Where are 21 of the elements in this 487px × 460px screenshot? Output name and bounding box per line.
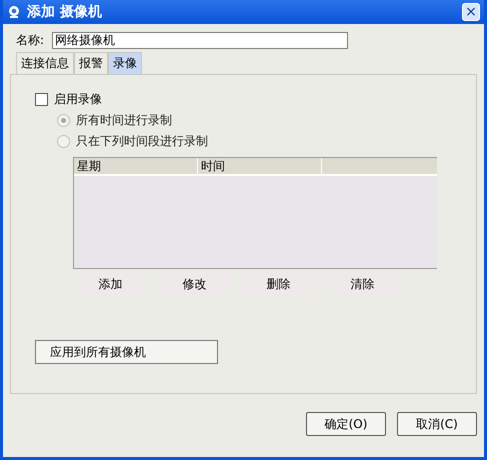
table-button[interactable]: 修改: [157, 273, 232, 296]
table-button[interactable]: 清除: [325, 273, 400, 296]
checkbox[interactable]: [35, 93, 48, 106]
dialog-button[interactable]: 取消(C): [397, 412, 477, 436]
close-button[interactable]: ×: [462, 3, 480, 21]
window-title: 添加 摄像机: [27, 3, 103, 21]
tab[interactable]: 连接信息: [16, 52, 74, 74]
radio-label: 只在下列时间段进行录制: [76, 133, 208, 150]
tab[interactable]: 报警: [74, 52, 108, 74]
table-button[interactable]: 删除: [241, 273, 316, 296]
name-label: 名称:: [16, 32, 44, 49]
column-header[interactable]: 时间: [198, 158, 322, 174]
table-button[interactable]: 添加: [73, 273, 148, 296]
column-header[interactable]: 星期: [74, 158, 198, 174]
checkbox-label: 启用录像: [54, 91, 102, 108]
apply-all-button[interactable]: 应用到所有摄像机: [35, 340, 218, 364]
dialog-button[interactable]: 确定(O): [306, 412, 386, 436]
radio-label: 所有时间进行录制: [76, 112, 172, 129]
name-field[interactable]: 网络摄像机: [52, 32, 348, 49]
camera-icon: [7, 5, 21, 19]
tab[interactable]: 录像: [108, 52, 142, 74]
